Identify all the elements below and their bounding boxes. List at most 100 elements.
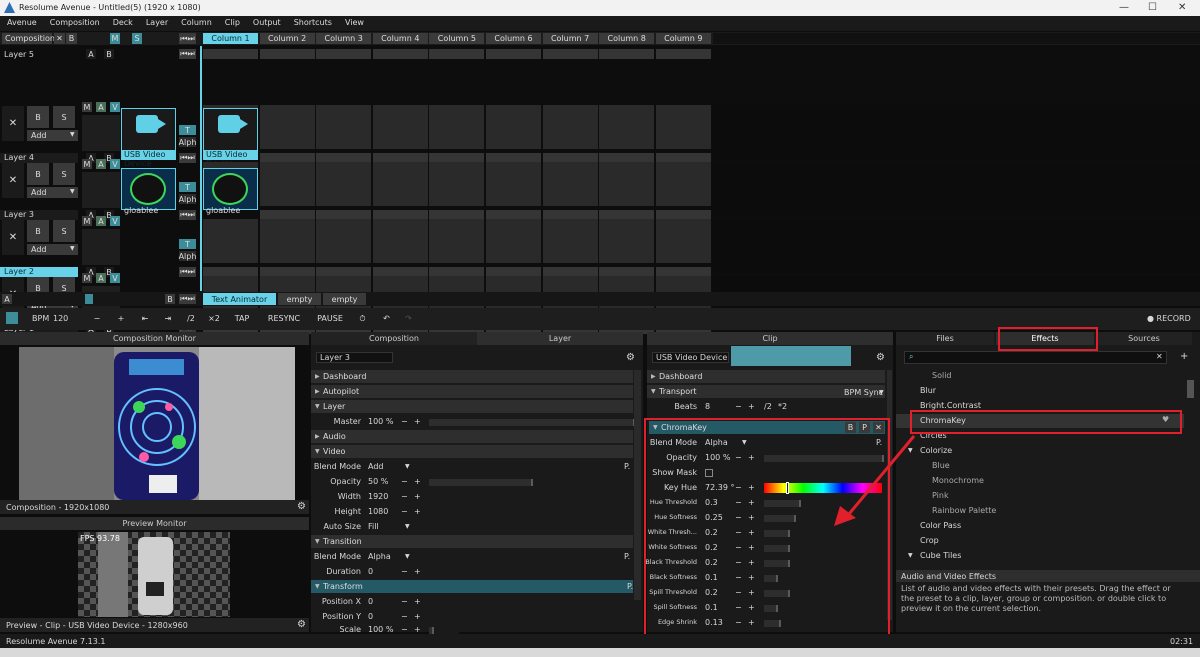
- param-value[interactable]: 0.2: [705, 528, 718, 537]
- decrement-button[interactable]: −: [735, 513, 742, 522]
- param-value[interactable]: 72.39 °: [705, 483, 734, 492]
- effect-item[interactable]: Blue: [896, 459, 1184, 473]
- param-slider-handle[interactable]: [793, 515, 796, 522]
- decrement-button[interactable]: −: [735, 588, 742, 597]
- clip-dashboard-section[interactable]: ▶ Dashboard: [647, 370, 885, 383]
- transition-section[interactable]: ▼ Transition: [311, 535, 633, 548]
- param-slider-handle[interactable]: [787, 560, 790, 567]
- bpm-half-button[interactable]: /2: [180, 311, 202, 326]
- increment-button[interactable]: +: [748, 588, 755, 597]
- beats-double-button[interactable]: *2: [778, 402, 787, 411]
- layer-alpha-button[interactable]: Alph: [179, 194, 196, 204]
- minimize-button[interactable]: —: [1119, 2, 1129, 13]
- param-slider-handle[interactable]: [787, 530, 790, 537]
- effect-item[interactable]: Rainbow Palette: [896, 504, 1184, 518]
- param-value[interactable]: 0.2: [705, 588, 718, 597]
- record-button[interactable]: ● RECORD: [1147, 314, 1191, 323]
- param-value[interactable]: 1080: [368, 507, 388, 516]
- deck-tab-empty-1[interactable]: empty: [278, 293, 321, 305]
- menu-item-composition[interactable]: Composition: [43, 16, 106, 27]
- clip-slot[interactable]: [655, 162, 711, 206]
- param-slider[interactable]: [764, 590, 882, 597]
- layer-transition-t-button[interactable]: T: [179, 125, 196, 135]
- clip-panel-gear-icon[interactable]: ⚙: [876, 352, 885, 363]
- param-value[interactable]: 0.1: [705, 573, 718, 582]
- decrement-button[interactable]: −: [735, 603, 742, 612]
- clip-slot[interactable]: [372, 105, 428, 149]
- column-header-4[interactable]: Column 4: [372, 33, 428, 44]
- beats-half-button[interactable]: /2: [764, 402, 772, 411]
- layer-solo-button[interactable]: S: [53, 106, 75, 128]
- nudge-back-icon[interactable]: ⇤: [134, 311, 156, 326]
- param-slider[interactable]: [429, 419, 635, 426]
- effect-item[interactable]: Pink: [896, 489, 1184, 503]
- param-slider-handle[interactable]: [787, 545, 790, 552]
- layer-arrows-icon[interactable]: ⏮⏭: [179, 49, 196, 59]
- effect-item[interactable]: Solid: [896, 369, 1184, 383]
- layer-section[interactable]: ▼ Layer: [311, 400, 633, 413]
- effect-item[interactable]: Crop: [896, 534, 1184, 548]
- tab-effects[interactable]: Effects: [996, 332, 1094, 345]
- effects-search-field[interactable]: ⌕ ✕: [904, 351, 1167, 364]
- menu-item-avenue[interactable]: Avenue: [0, 16, 43, 27]
- crossfader-handle[interactable]: [85, 294, 93, 304]
- layer-panel-gear-icon[interactable]: ⚙: [626, 352, 635, 363]
- menu-item-deck[interactable]: Deck: [106, 16, 139, 27]
- increment-button[interactable]: +: [748, 498, 755, 507]
- column-header-5[interactable]: Column 5: [429, 33, 485, 44]
- decrement-button[interactable]: −: [735, 573, 742, 582]
- bpm-minus-button[interactable]: −: [86, 311, 108, 326]
- layer-transition-t-button[interactable]: T: [179, 182, 196, 192]
- clip-slot[interactable]: [542, 105, 598, 149]
- deck-a-button[interactable]: A: [2, 294, 12, 304]
- layer-close-button[interactable]: ✕: [2, 220, 24, 255]
- increment-button[interactable]: +: [748, 528, 755, 537]
- layer-bypass-button[interactable]: B: [27, 220, 49, 242]
- effect-item[interactable]: ▼ Colorize: [896, 444, 1184, 458]
- composition-label[interactable]: Composition: [2, 33, 55, 44]
- param-value[interactable]: Add: [368, 462, 384, 471]
- layer-close-button[interactable]: ✕: [2, 106, 24, 141]
- decrement-button[interactable]: −: [735, 453, 742, 462]
- column-header-1[interactable]: Column 1: [203, 33, 258, 44]
- layer-name[interactable]: Layer 5: [4, 50, 34, 59]
- effects-scrollbar[interactable]: [1187, 380, 1194, 398]
- param-value[interactable]: 0: [368, 597, 373, 606]
- clip-slot[interactable]: [486, 219, 541, 263]
- composition-settings-gear-icon[interactable]: ⚙: [297, 501, 306, 512]
- layer-m-button[interactable]: M: [82, 216, 92, 226]
- clip-slot[interactable]: [429, 162, 485, 206]
- decrement-button[interactable]: −: [735, 543, 742, 552]
- clip-slot[interactable]: [486, 162, 541, 206]
- column-header-2[interactable]: Column 2: [259, 33, 315, 44]
- clip-slot[interactable]: [486, 105, 541, 149]
- increment-button[interactable]: +: [748, 402, 755, 411]
- add-preset-icon[interactable]: +: [1180, 351, 1188, 362]
- increment-button[interactable]: +: [748, 543, 755, 552]
- clip-slot[interactable]: [316, 105, 372, 149]
- show-mask-checkbox[interactable]: [705, 469, 713, 477]
- clip-slot[interactable]: [316, 219, 372, 263]
- column-header-6[interactable]: Column 6: [486, 33, 541, 44]
- clip-slot[interactable]: [542, 162, 598, 206]
- clip-slot[interactable]: [372, 219, 428, 263]
- param-slider[interactable]: [764, 545, 882, 552]
- composition-s-button[interactable]: S: [132, 33, 142, 44]
- param-slider[interactable]: [764, 620, 882, 627]
- param-value[interactable]: 0.2: [705, 543, 718, 552]
- deck-b-button[interactable]: B: [165, 294, 175, 304]
- clip-thumbnail[interactable]: [121, 168, 176, 210]
- layer-a-mode-button[interactable]: A: [96, 102, 106, 112]
- clear-search-icon[interactable]: ✕: [1156, 352, 1163, 361]
- layer-m-button[interactable]: M: [82, 102, 92, 112]
- decrement-button[interactable]: −: [401, 625, 408, 634]
- increment-button[interactable]: +: [748, 573, 755, 582]
- param-slider[interactable]: [764, 560, 882, 567]
- column-nav-arrows-icon[interactable]: ⏮⏭: [179, 33, 196, 44]
- column-header-8[interactable]: Column 8: [599, 33, 655, 44]
- increment-button[interactable]: +: [414, 625, 421, 634]
- decrement-button[interactable]: −: [401, 507, 408, 516]
- transport-mode-select[interactable]: BPM Sync: [844, 388, 883, 397]
- layer-transition-t-button[interactable]: T: [179, 239, 196, 249]
- tab-clip[interactable]: Clip: [647, 332, 893, 345]
